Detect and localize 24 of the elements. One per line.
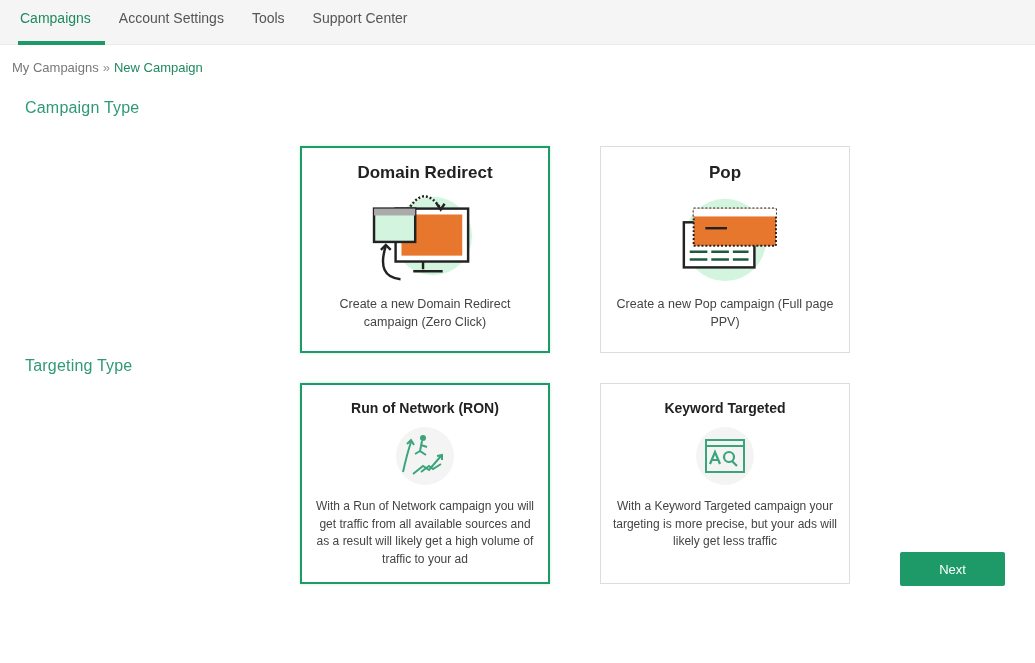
card-description: Create a new Domain Redirect campaign (Zero Click)	[338, 296, 512, 331]
nav-tab[interactable]: Account Settings	[116, 0, 238, 45]
option-card[interactable]: Pop Create a new Pop campaign (Full page PPV)	[600, 146, 850, 353]
card-title: Run of Network (RON)	[351, 400, 499, 416]
breadcrumb-separator: »	[102, 60, 110, 75]
card-description: With a Run of Network campaign you will get traffic from all available sources and as a result will likely get a high volume of traffic to your ad	[314, 498, 536, 568]
card-title: Pop	[708, 163, 742, 183]
nav-tab[interactable]: Tools	[249, 0, 299, 45]
option-card[interactable]: Keyword Targeted With a Keyword Targeted campaign your targeting is more precise, but your ads will likely get less traffic	[600, 383, 850, 584]
nav-tab[interactable]: Campaigns	[18, 0, 105, 45]
browser-search-icon	[695, 426, 755, 486]
section-title: Targeting Type	[24, 357, 134, 375]
running-person-arrows-icon	[395, 426, 455, 486]
card-description: Create a new Pop campaign (Full page PPV)	[615, 296, 835, 331]
section-title: Campaign Type	[24, 99, 141, 117]
card-description: With a Keyword Targeted campaign your targeting is more precise, but your ads will likely get less traffic	[611, 498, 839, 550]
option-card[interactable]: Run of Network (RON) With a Run of Network campaign you will get traffic from all available sources and as a result will likely get a high volume of traffic to your ad	[300, 383, 550, 584]
breadcrumb-link[interactable]: My Campaigns	[12, 60, 99, 75]
nav-tab[interactable]: Support Center	[310, 0, 422, 45]
card-title: Domain Redirect	[357, 163, 493, 183]
next-button[interactable]: Next	[900, 552, 1005, 586]
breadcrumb-current: New Campaign	[113, 60, 203, 75]
option-card[interactable]: Domain Redirect Create a new Domain Redirect campaign (Zero Click)	[300, 146, 550, 353]
card-title: Keyword Targeted	[664, 400, 786, 416]
